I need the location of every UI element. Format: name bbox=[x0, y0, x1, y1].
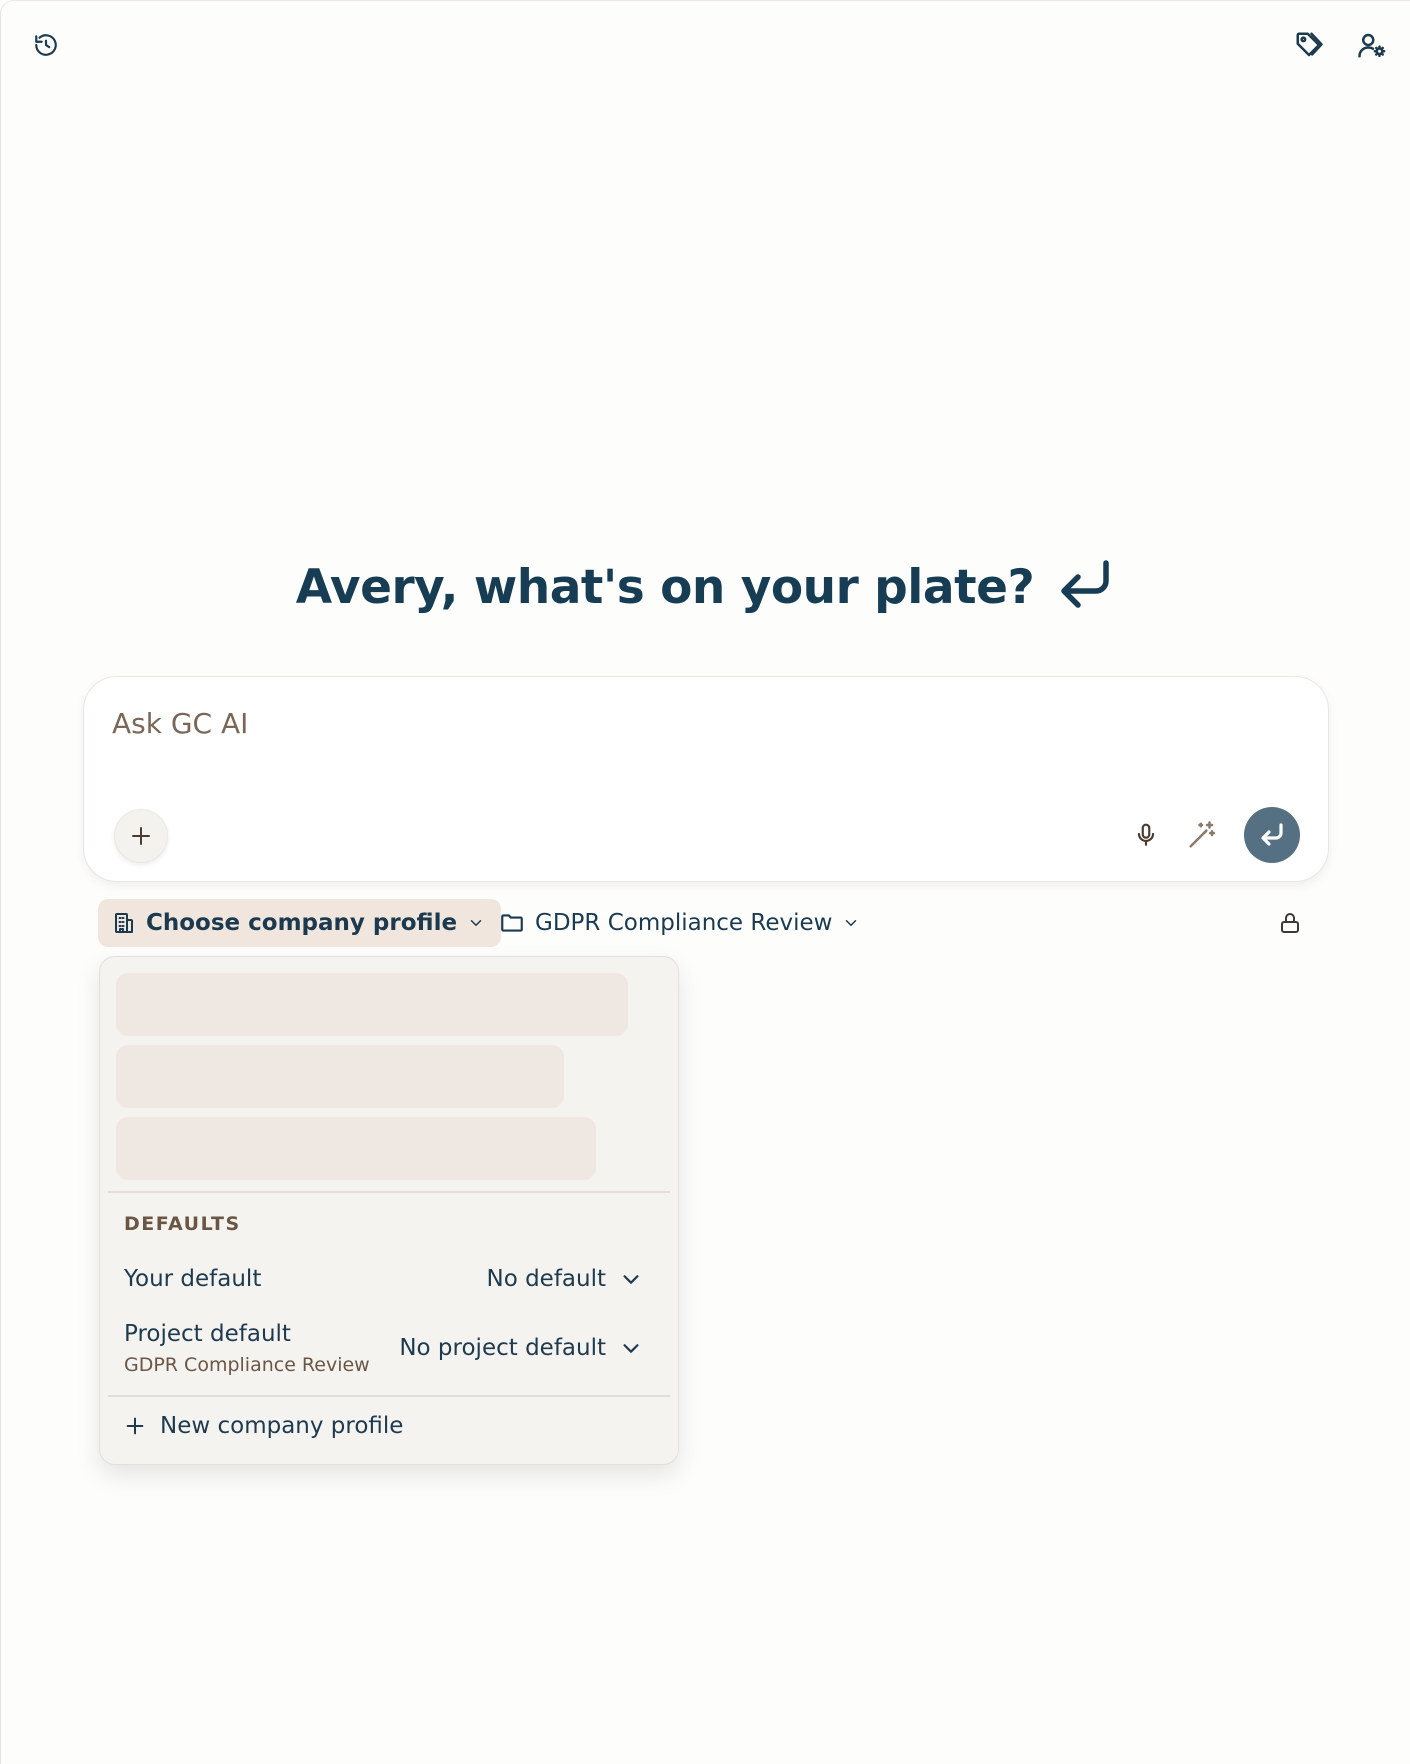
divider bbox=[108, 1395, 670, 1397]
plus-icon bbox=[126, 1417, 144, 1435]
chevron-down-icon bbox=[623, 1275, 639, 1284]
project-label: GDPR Compliance Review bbox=[535, 910, 833, 936]
loading-placeholder bbox=[116, 973, 628, 1036]
your-default-select[interactable]: No default bbox=[486, 1266, 642, 1292]
project-default-value: No project default bbox=[399, 1335, 606, 1361]
privacy-lock-button[interactable] bbox=[1271, 904, 1309, 942]
new-company-profile-button[interactable]: New company profile bbox=[124, 1413, 403, 1439]
your-default-value: No default bbox=[486, 1266, 606, 1292]
greeting: Avery, what's on your plate? bbox=[1, 557, 1410, 617]
chevron-down-icon bbox=[623, 1344, 639, 1353]
company-profile-label: Choose company profile bbox=[146, 910, 458, 936]
user-settings-icon bbox=[1358, 33, 1386, 58]
chevron-down-icon bbox=[470, 920, 482, 926]
user-settings-button[interactable] bbox=[1348, 21, 1396, 69]
company-profile-dropdown: DEFAULTS Your default No default Project… bbox=[99, 956, 679, 1465]
your-default-label: Your default bbox=[124, 1266, 262, 1292]
project-default-label: Project default bbox=[124, 1321, 291, 1347]
loading-placeholder bbox=[116, 1117, 596, 1180]
new-company-profile-label: New company profile bbox=[160, 1413, 404, 1439]
return-arrow-icon bbox=[1061, 560, 1109, 608]
project-selector[interactable]: GDPR Compliance Review bbox=[489, 899, 870, 947]
app-window: Avery, what's on your plate? Ask GC AI C… bbox=[0, 0, 1410, 1764]
prompt-input[interactable] bbox=[112, 707, 1112, 740]
microphone-icon bbox=[1137, 823, 1155, 846]
add-attachment-button[interactable] bbox=[114, 809, 168, 863]
building-icon bbox=[115, 913, 133, 933]
lock-icon bbox=[1281, 913, 1299, 933]
project-default-select[interactable]: No project default bbox=[399, 1335, 642, 1361]
return-arrow-icon bbox=[1261, 823, 1283, 846]
plus-icon bbox=[132, 827, 150, 845]
tag-icon bbox=[1296, 32, 1323, 57]
microphone-button[interactable] bbox=[1126, 815, 1166, 855]
defaults-section-label: DEFAULTS bbox=[124, 1213, 241, 1235]
greeting-title: Avery, what's on your plate? bbox=[295, 559, 1035, 615]
composer bbox=[83, 676, 1329, 882]
loading-placeholder bbox=[116, 1045, 564, 1108]
history-button[interactable] bbox=[22, 21, 70, 69]
chevron-down-icon bbox=[846, 920, 857, 926]
send-button[interactable] bbox=[1244, 807, 1300, 863]
enhance-prompt-button[interactable] bbox=[1182, 815, 1222, 855]
history-icon bbox=[35, 34, 57, 56]
project-default-sublabel: GDPR Compliance Review bbox=[124, 1354, 370, 1376]
tags-button[interactable] bbox=[1285, 21, 1333, 69]
divider bbox=[108, 1191, 670, 1193]
company-profile-selector[interactable]: Choose company profile bbox=[98, 899, 502, 947]
folder-icon bbox=[501, 914, 523, 932]
magic-wand-icon bbox=[1189, 821, 1216, 848]
